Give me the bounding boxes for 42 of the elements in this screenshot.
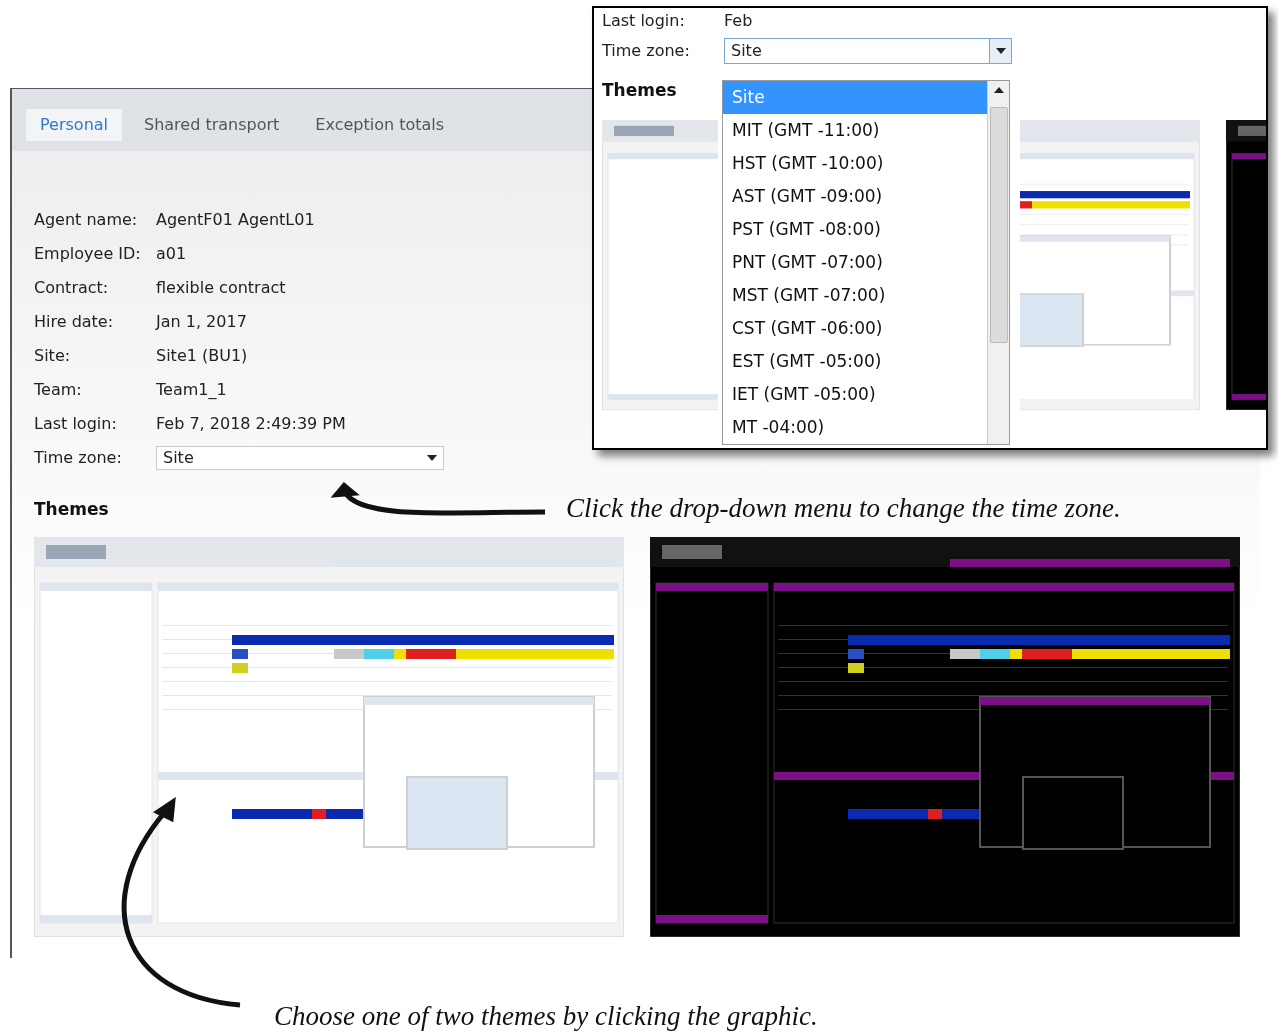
- time-zone-option[interactable]: MST (GMT -07:00): [723, 279, 987, 312]
- field-label: Employee ID:: [34, 243, 142, 265]
- time-zone-option[interactable]: IET (GMT -05:00): [723, 378, 987, 411]
- field-value: flexible contract: [156, 277, 286, 299]
- tab[interactable]: Exception totals: [301, 109, 459, 141]
- time-zone-option[interactable]: MIT (GMT -11:00): [723, 114, 987, 147]
- time-zone-option[interactable]: CST (GMT -06:00): [723, 312, 987, 345]
- caret-icon: [427, 455, 437, 461]
- annotation-text: Click the drop-down menu to change the time zone.: [566, 492, 1121, 525]
- field-value: Feb 7, 2018 2:49:39 PM: [156, 413, 346, 435]
- scroll-up-icon[interactable]: [993, 87, 1004, 93]
- section-title: Themes: [34, 498, 109, 521]
- field-label: Contract:: [34, 277, 110, 299]
- field-value: Site1 (BU1): [156, 345, 248, 367]
- scrollbar[interactable]: [987, 81, 1009, 444]
- field-label: Last login:: [34, 413, 118, 435]
- annotation-text: Choose one of two themes by clicking the graphic.: [274, 1000, 818, 1032]
- time-zone-select[interactable]: Site: [724, 38, 1012, 64]
- field-label: Team:: [34, 379, 83, 401]
- field-label: Time zone:: [34, 447, 123, 469]
- field-label: Agent name:: [34, 209, 139, 231]
- time-zone-option[interactable]: HST (GMT -10:00): [723, 147, 987, 180]
- tab[interactable]: Shared transport: [130, 109, 294, 141]
- section-title: Themes: [601, 79, 677, 102]
- time-zone-option[interactable]: EST (GMT -05:00): [723, 345, 987, 378]
- time-zone-option[interactable]: AST (GMT -09:00): [723, 180, 987, 213]
- field-value: Jan 1, 2017: [156, 311, 247, 333]
- field-value: a01: [156, 243, 187, 265]
- caret-icon: [995, 48, 1006, 54]
- field-label: Hire date:: [34, 311, 115, 333]
- field-value: Team1_1: [156, 379, 227, 401]
- field-value: AgentF01 AgentL01: [156, 209, 315, 231]
- field-label: Last login:: [602, 10, 686, 32]
- time-zone-option[interactable]: PNT (GMT -07:00): [723, 246, 987, 279]
- time-zone-option[interactable]: MT -04:00): [723, 411, 987, 444]
- field-label: Time zone:: [602, 40, 691, 62]
- time-zone-option[interactable]: PST (GMT -08:00): [723, 213, 987, 246]
- field-label: Site:: [34, 345, 72, 367]
- scroll-thumb[interactable]: [989, 107, 1008, 343]
- field-value: Feb: [724, 10, 753, 32]
- time-zone-select[interactable]: Site: [156, 446, 444, 470]
- tab[interactable]: Personal: [26, 109, 122, 141]
